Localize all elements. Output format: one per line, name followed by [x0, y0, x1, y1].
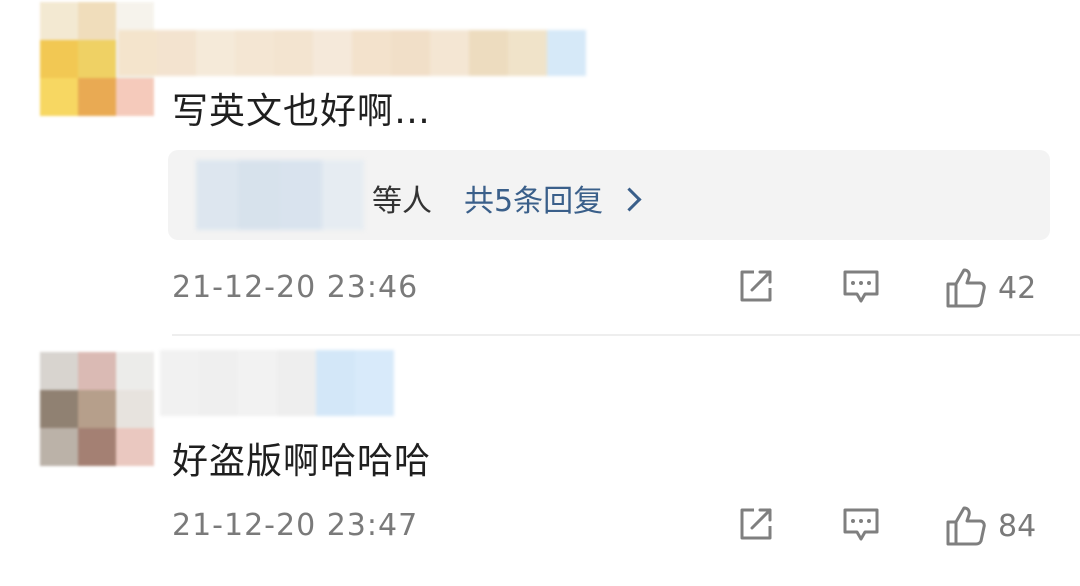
mosaic-cell [40, 352, 78, 390]
mosaic-cell [78, 352, 116, 390]
reply-button[interactable] [840, 504, 882, 546]
mosaic-cell [78, 428, 116, 466]
comment-item: 好盗版啊哈哈哈 21-12-20 23:47 84 [0, 0, 1080, 586]
mosaic-cell [355, 350, 394, 416]
share-button[interactable] [736, 504, 776, 544]
mosaic-cell [40, 428, 78, 466]
avatar[interactable] [40, 352, 154, 466]
mosaic-cell [199, 350, 238, 416]
mosaic-cell [116, 352, 154, 390]
mosaic-cell [238, 350, 277, 416]
mosaic-cell [277, 350, 316, 416]
mosaic-cell [160, 350, 199, 416]
mosaic-cell [78, 390, 116, 428]
share-icon [740, 508, 772, 540]
mosaic-cell [116, 428, 154, 466]
like-button[interactable]: 84 [944, 504, 1036, 548]
mosaic-cell [316, 350, 355, 416]
mosaic-cell [40, 390, 78, 428]
username-blurred[interactable] [160, 350, 394, 416]
like-count: 84 [998, 508, 1037, 544]
comment-text: 好盗版啊哈哈哈 [172, 441, 432, 482]
timestamp: 21-12-20 23:47 [172, 508, 419, 543]
comment-icon [843, 508, 879, 541]
mosaic-cell [116, 390, 154, 428]
thumbs-up-icon [946, 506, 986, 546]
